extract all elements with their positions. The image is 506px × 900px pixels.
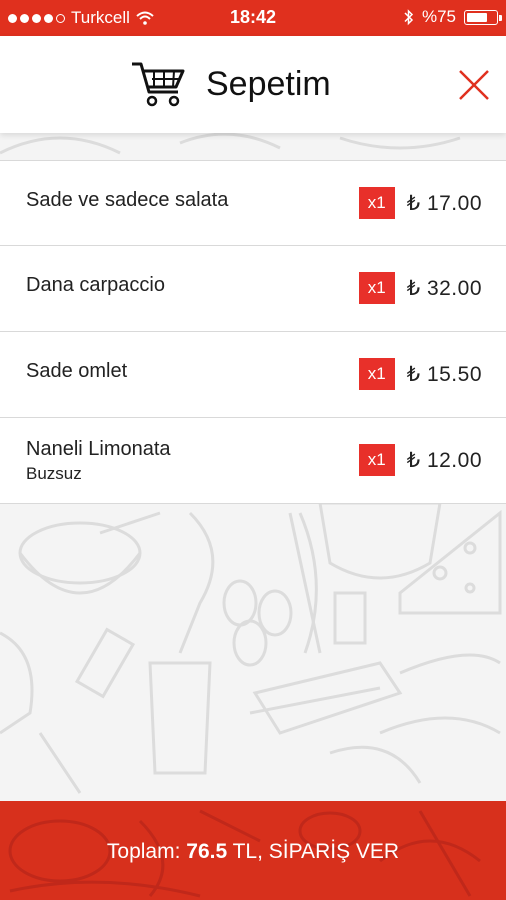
item-price-group: x1 ₺ 32.00: [358, 272, 482, 304]
item-price-group: x1 ₺ 15.50: [358, 358, 482, 390]
close-icon: [459, 70, 489, 100]
bluetooth-icon: [404, 8, 414, 25]
battery-level: [467, 12, 488, 22]
item-name: Naneli Limonata: [26, 438, 171, 460]
quantity-badge[interactable]: x1: [358, 444, 395, 476]
order-summary-text: Toplam: 76.5 TL, SİPARİŞ VER: [0, 840, 506, 864]
battery-icon: [464, 9, 502, 25]
item-price-group: x1 ₺ 17.00: [358, 187, 482, 219]
quantity-badge[interactable]: x1: [358, 272, 395, 304]
close-button[interactable]: [458, 69, 490, 101]
total-prefix: Toplam:: [106, 840, 187, 863]
page-title: Sepetim: [206, 64, 331, 103]
item-note: Buzsuz: [26, 464, 82, 483]
header-title-group: Sepetim: [130, 60, 331, 108]
battery-percent: %75: [421, 7, 456, 26]
shopping-cart-icon: [132, 62, 185, 107]
header: Sepetim: [0, 36, 506, 133]
total-amount: 76.5: [186, 840, 228, 863]
cart-list: Sade ve sadece salata x1 ₺ 17.00 Dana ca…: [0, 160, 506, 504]
item-name: Dana carpaccio: [26, 274, 165, 296]
order-cta: TL, SİPARİŞ VER: [227, 840, 400, 863]
quantity-badge[interactable]: x1: [358, 187, 395, 219]
item-price: ₺ 12.00: [406, 448, 482, 472]
item-price: ₺ 32.00: [406, 276, 482, 300]
cart-item[interactable]: Dana carpaccio x1 ₺ 32.00: [0, 246, 506, 332]
status-right: %75: [404, 7, 502, 27]
cart-item[interactable]: Sade omlet x1 ₺ 15.50: [0, 332, 506, 418]
item-price: ₺ 17.00: [406, 191, 482, 215]
cart-item[interactable]: Naneli Limonata Buzsuz x1 ₺ 12.00: [0, 418, 506, 504]
item-name: Sade omlet: [26, 360, 128, 382]
item-price: ₺ 15.50: [406, 362, 482, 386]
place-order-button[interactable]: Toplam: 76.5 TL, SİPARİŞ VER: [0, 801, 506, 900]
status-bar: Turkcell 18:42 %75: [0, 0, 506, 36]
item-name: Sade ve sadece salata: [26, 189, 229, 211]
cart-item[interactable]: Sade ve sadece salata x1 ₺ 17.00: [0, 160, 506, 246]
item-price-group: x1 ₺ 12.00: [358, 444, 482, 476]
quantity-badge[interactable]: x1: [358, 358, 395, 390]
